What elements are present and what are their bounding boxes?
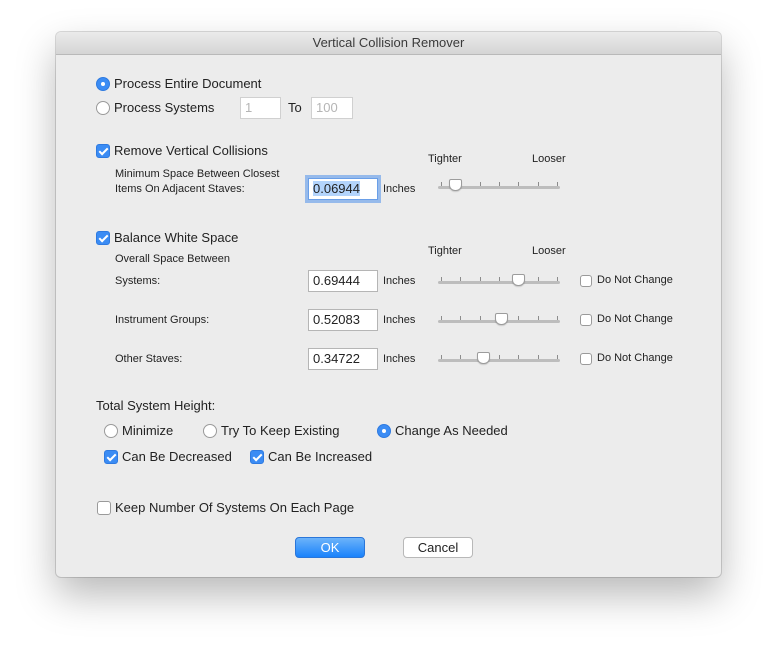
systems-space-field[interactable]: 0.69444 (308, 270, 378, 292)
balance-white-space-checkbox[interactable] (96, 231, 110, 245)
can-be-increased-label[interactable]: Can Be Increased (268, 449, 372, 464)
systems-label: Systems: (115, 275, 161, 287)
process-entire-label[interactable]: Process Entire Document (114, 76, 261, 91)
minimize-radio[interactable] (104, 424, 118, 438)
slider-track (438, 355, 560, 362)
window-title: Vertical Collision Remover (56, 32, 721, 55)
slider-track (438, 277, 560, 284)
min-space-field[interactable]: 0.06944 (308, 178, 378, 200)
can-be-decreased-checkbox[interactable] (104, 450, 118, 464)
slider-tick (518, 182, 519, 186)
other-staves-label: Other Staves: (115, 353, 183, 365)
process-entire-radio[interactable] (96, 77, 110, 91)
instrument-groups-do-not-change-checkbox[interactable] (580, 314, 592, 326)
slider-tick (557, 277, 558, 281)
systems-to-field[interactable]: 100 (311, 97, 353, 119)
min-space-units: Inches (383, 183, 416, 195)
balance-white-space-label[interactable]: Balance White Space (114, 230, 238, 245)
systems-do-not-change-checkbox[interactable] (580, 275, 592, 287)
ok-button[interactable]: OK (295, 537, 365, 558)
looser-label: Looser (532, 153, 566, 165)
tighter-label: Tighter (428, 153, 462, 165)
slider-tick (460, 316, 461, 320)
slider-tick (538, 316, 539, 320)
process-systems-radio[interactable] (96, 101, 110, 115)
instrument-groups-do-not-change-label[interactable]: Do Not Change (597, 313, 673, 325)
keep-systems-label[interactable]: Keep Number Of Systems On Each Page (115, 500, 354, 515)
slider-tick (518, 355, 519, 359)
change-as-needed-radio[interactable] (377, 424, 391, 438)
slider-tick (557, 355, 558, 359)
process-systems-label[interactable]: Process Systems (114, 100, 214, 115)
slider-tick (538, 182, 539, 186)
can-be-decreased-label[interactable]: Can Be Decreased (122, 449, 232, 464)
change-as-needed-label[interactable]: Change As Needed (395, 423, 508, 438)
slider-tick (480, 316, 481, 320)
instrument-groups-slider[interactable] (438, 313, 560, 329)
slider-tick (441, 277, 442, 281)
dialog-window: Vertical Collision Remover Process Entir… (56, 32, 721, 577)
slider-tick (499, 277, 500, 281)
slider-tick (499, 182, 500, 186)
keep-systems-checkbox[interactable] (97, 501, 111, 515)
can-be-increased-checkbox[interactable] (250, 450, 264, 464)
min-space-value: 0.06944 (313, 181, 360, 196)
try-keep-existing-radio[interactable] (203, 424, 217, 438)
other-staves-space-field[interactable]: 0.34722 (308, 348, 378, 370)
systems-slider[interactable] (438, 274, 560, 290)
minimize-label[interactable]: Minimize (122, 423, 173, 438)
slider-tick (557, 316, 558, 320)
instrument-groups-label: Instrument Groups: (115, 314, 210, 326)
overall-space-label: Overall Space Between (115, 253, 230, 265)
other-staves-slider[interactable] (438, 352, 560, 368)
to-label: To (288, 100, 302, 115)
slider-tick (441, 182, 442, 186)
slider-tick (538, 355, 539, 359)
slider-thumb[interactable] (477, 352, 490, 364)
other-staves-do-not-change-label[interactable]: Do Not Change (597, 352, 673, 364)
slider-tick (460, 277, 461, 281)
slider-tick (499, 355, 500, 359)
slider-tick (480, 277, 481, 281)
systems-units: Inches (383, 275, 416, 287)
slider-thumb[interactable] (512, 274, 525, 286)
instrument-groups-space-field[interactable]: 0.52083 (308, 309, 378, 331)
tighter-label-2: Tighter (428, 245, 462, 257)
min-space-slider[interactable] (438, 179, 560, 195)
other-staves-units: Inches (383, 353, 416, 365)
try-keep-existing-label[interactable]: Try To Keep Existing (221, 423, 340, 438)
slider-thumb[interactable] (495, 313, 508, 325)
min-space-label-line2: Items On Adjacent Staves: (115, 183, 245, 195)
slider-tick (480, 182, 481, 186)
slider-tick (460, 355, 461, 359)
systems-from-field[interactable]: 1 (240, 97, 281, 119)
total-system-height-title: Total System Height: (96, 398, 216, 413)
min-space-label-line1: Minimum Space Between Closest (115, 168, 280, 180)
remove-vertical-collisions-checkbox[interactable] (96, 144, 110, 158)
slider-thumb[interactable] (449, 179, 462, 191)
cancel-button[interactable]: Cancel (403, 537, 473, 558)
remove-vertical-collisions-label[interactable]: Remove Vertical Collisions (114, 143, 268, 158)
instrument-groups-units: Inches (383, 314, 416, 326)
slider-tick (441, 316, 442, 320)
systems-do-not-change-label[interactable]: Do Not Change (597, 274, 673, 286)
slider-tick (557, 182, 558, 186)
slider-tick (518, 316, 519, 320)
slider-tick (441, 355, 442, 359)
slider-tick (538, 277, 539, 281)
other-staves-do-not-change-checkbox[interactable] (580, 353, 592, 365)
looser-label-2: Looser (532, 245, 566, 257)
